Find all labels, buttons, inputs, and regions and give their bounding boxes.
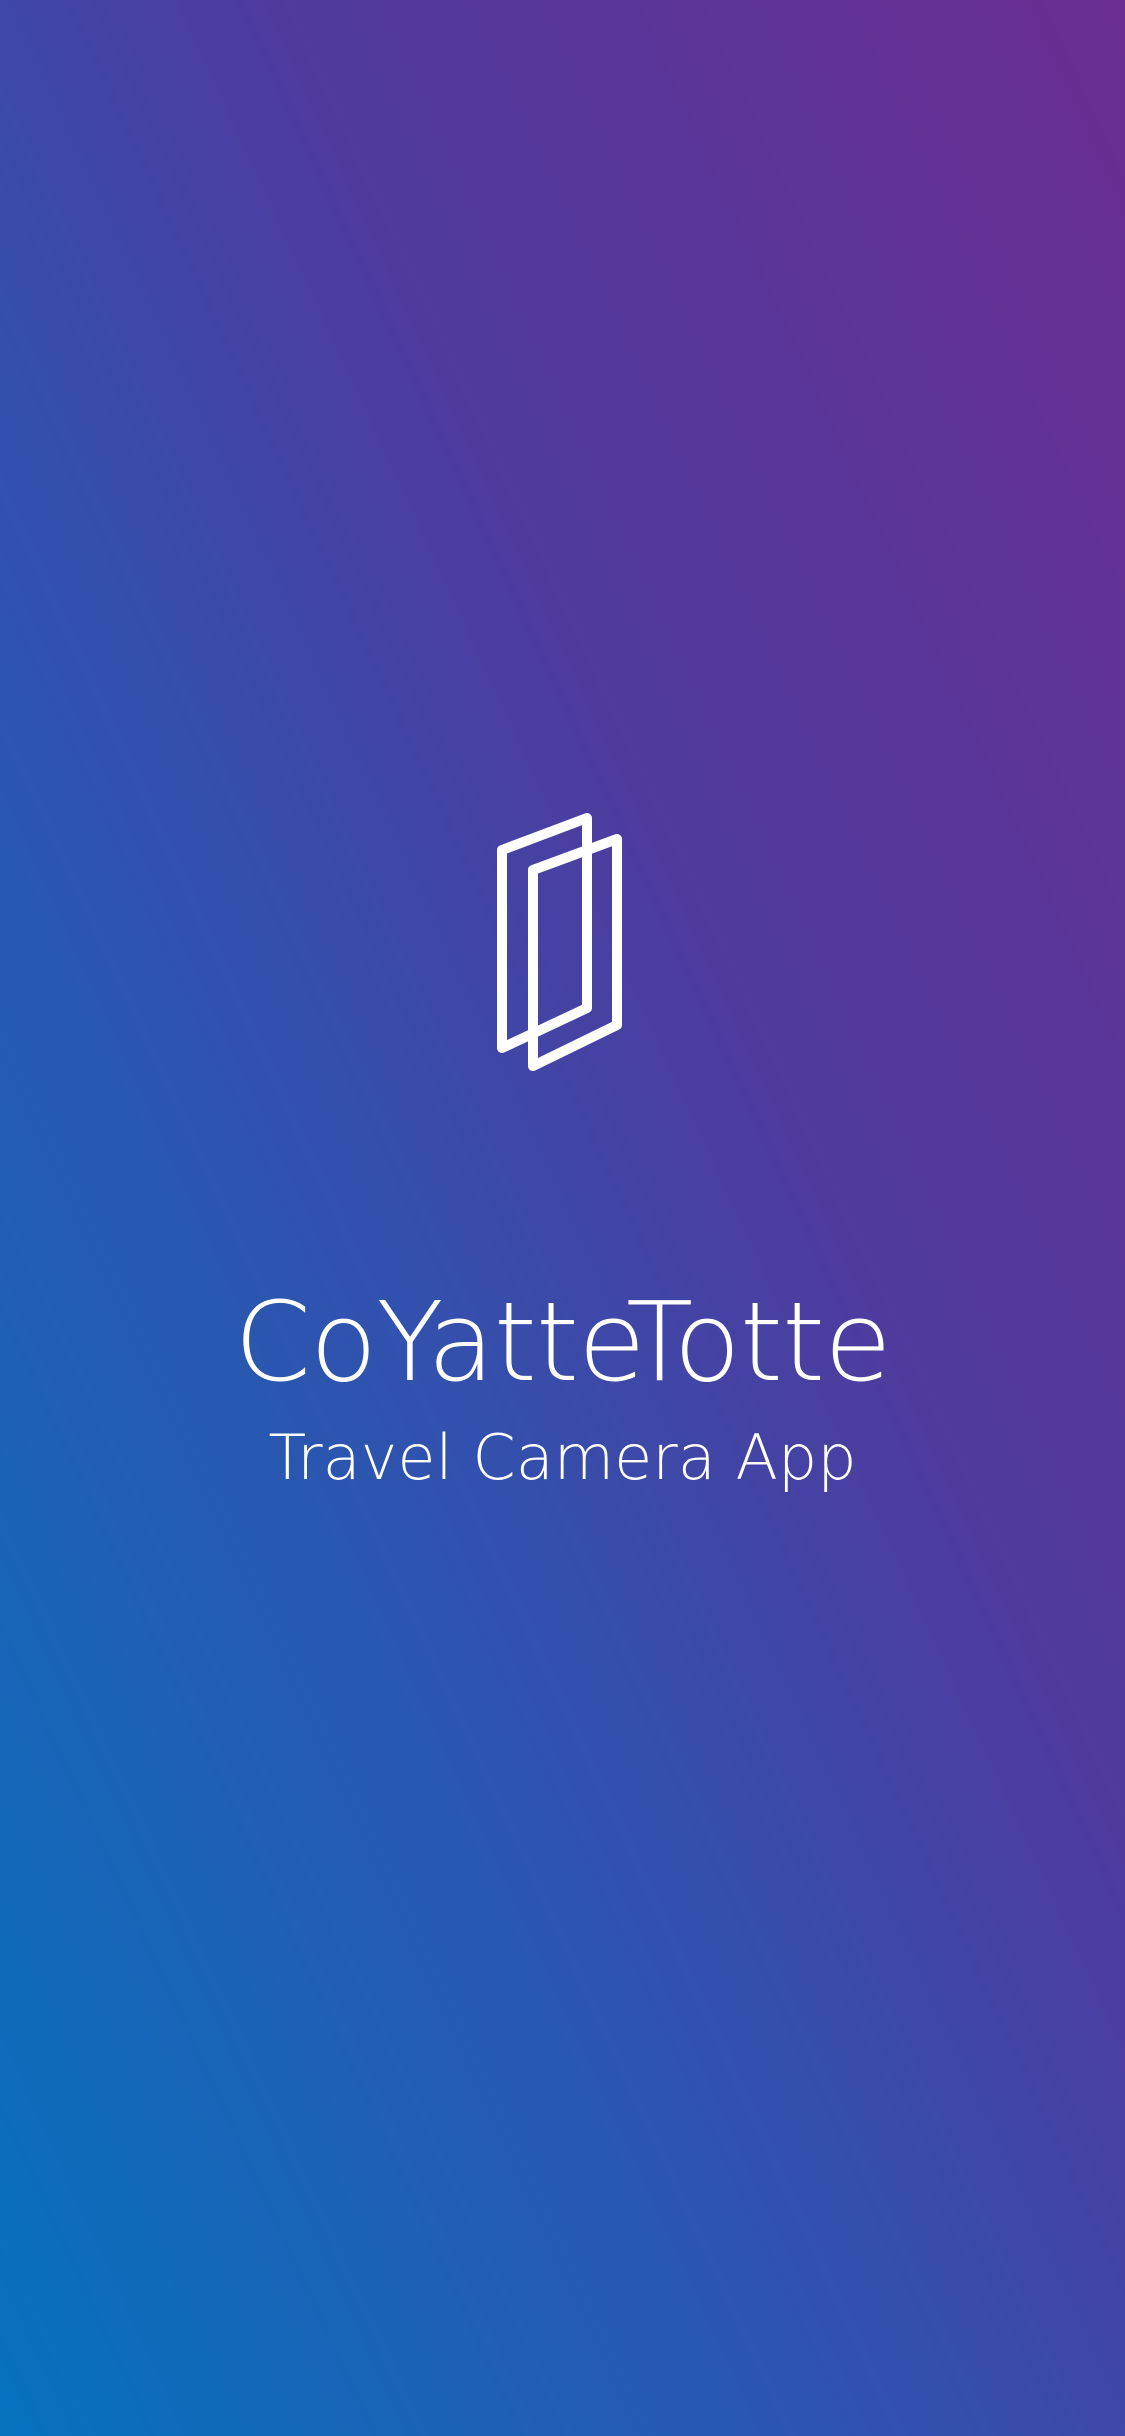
app-subtitle: Travel Camera App <box>268 1421 857 1494</box>
overlapping-frames-icon <box>490 812 635 1072</box>
splash-screen: CoYatteTotte Travel Camera App <box>0 0 1125 2436</box>
app-title: CoYatteTotte <box>234 1278 892 1406</box>
